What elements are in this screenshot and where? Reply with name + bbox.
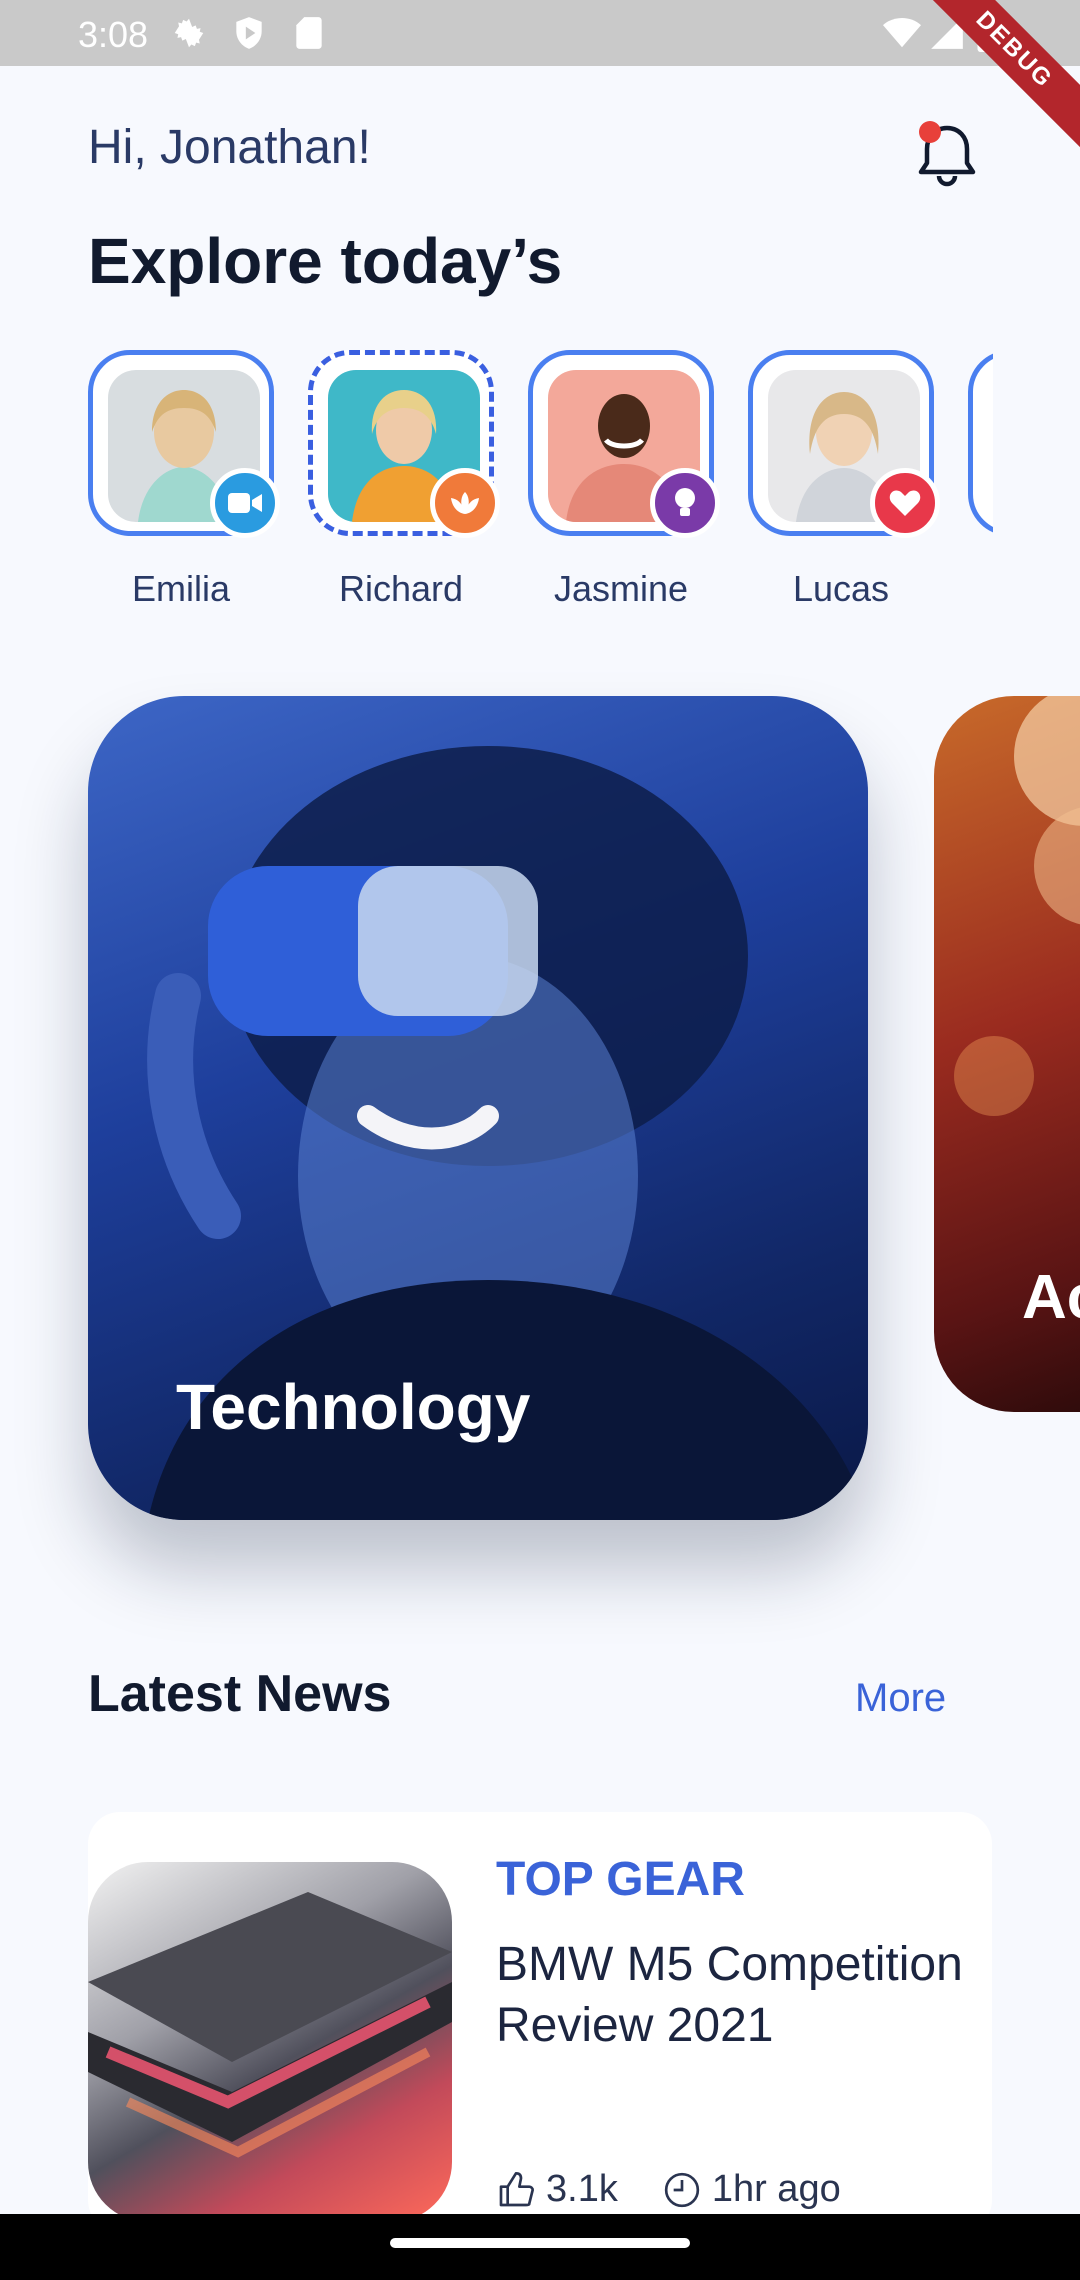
news-meta: 3.1k 1hr ago [496, 2168, 841, 2211]
notification-dot [919, 121, 941, 143]
play-protect-icon [236, 17, 262, 49]
news-likes: 3.1k [546, 2168, 618, 2210]
heart-icon [870, 468, 940, 538]
video-camera-icon [210, 468, 280, 538]
story-ring [968, 350, 993, 536]
stories-row[interactable]: Emilia Richard Jasmine Lucas [88, 350, 993, 620]
sd-card-icon [296, 17, 322, 49]
thumbs-up-icon[interactable] [496, 2170, 536, 2210]
home-indicator[interactable] [390, 2238, 690, 2248]
settings-gear-icon [174, 18, 204, 48]
page-headline: Explore today’s [88, 225, 563, 297]
lotus-icon [430, 468, 500, 538]
news-time: 1hr ago [711, 2168, 841, 2210]
news-thumbnail [88, 1862, 452, 2222]
latest-news-title: Latest News [88, 1665, 392, 1723]
status-bar: 3:08 [0, 0, 1080, 66]
wifi-icon [883, 17, 921, 48]
story-name: Lucas [792, 568, 890, 609]
greeting-text: Hi, Jonathan! [88, 121, 371, 174]
notification-bell-icon[interactable] [910, 118, 984, 192]
news-headline[interactable]: BMW M5 Competition Review 2021 [496, 1934, 966, 2056]
lightbulb-icon [650, 468, 720, 538]
news-category: TOP GEAR [496, 1853, 745, 1906]
story-name: Jasmine [553, 568, 689, 609]
story-name: Richard [338, 568, 464, 609]
more-link[interactable]: More [855, 1676, 946, 1721]
clock-icon [664, 2172, 699, 2207]
category-card-title: Technology [176, 1371, 531, 1443]
status-time: 3:08 [78, 14, 149, 55]
story-name: Emilia [131, 568, 230, 609]
category-card-next-title: Ac [1022, 1263, 1080, 1332]
